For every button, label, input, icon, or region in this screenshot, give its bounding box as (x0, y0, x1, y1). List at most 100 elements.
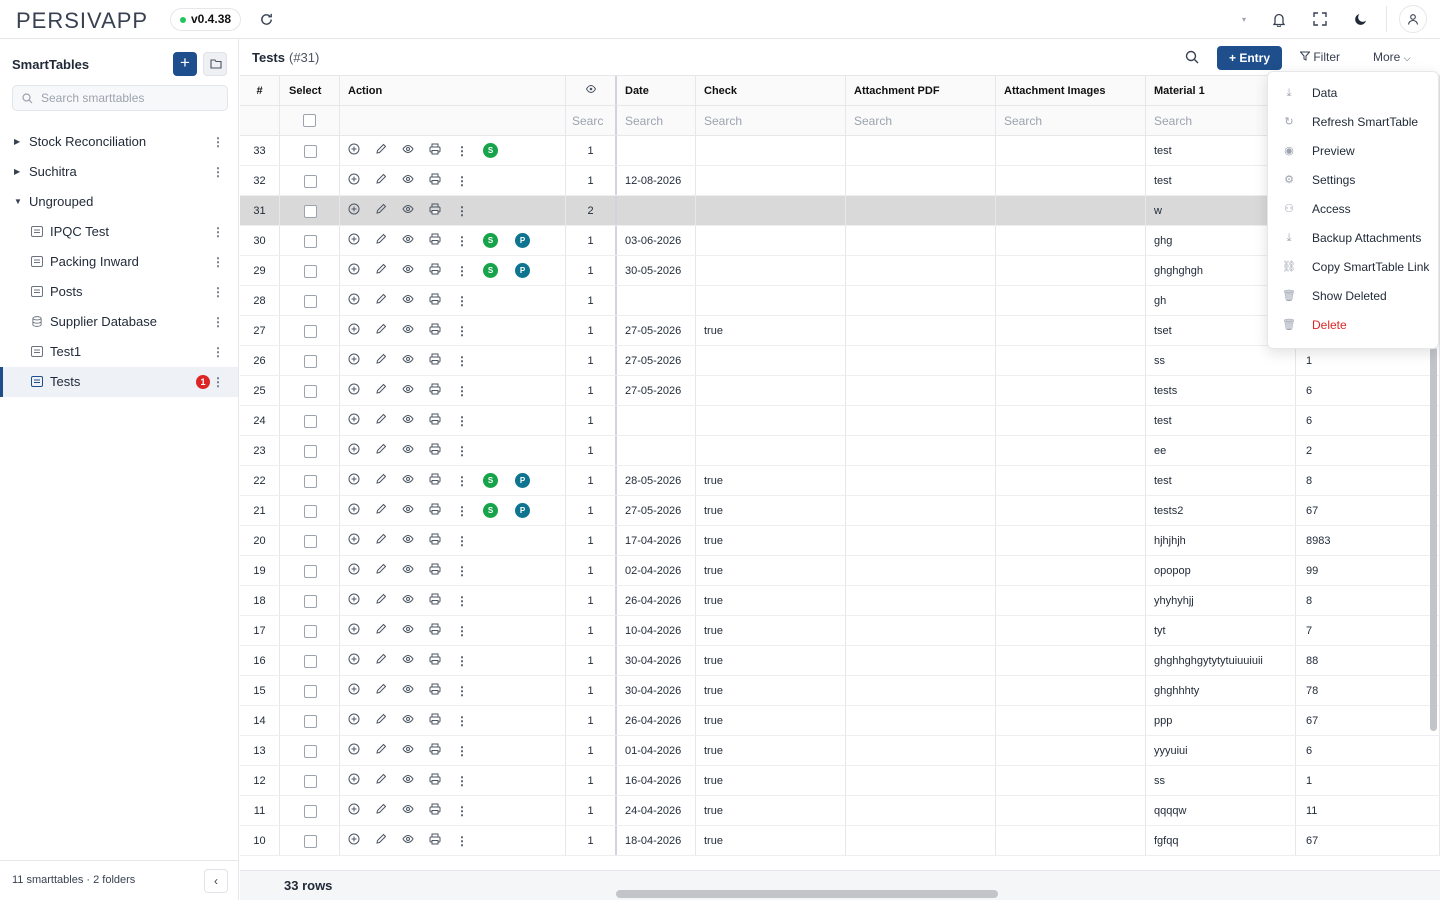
row-date[interactable]: 03-06-2026 (617, 226, 696, 255)
row-attachment-images[interactable] (996, 196, 1146, 225)
kebab-menu-icon[interactable]: ⋮ (456, 586, 483, 615)
app-logo[interactable]: PERSIVAPP (16, 8, 148, 34)
edit-icon[interactable] (375, 496, 402, 525)
add-icon[interactable] (348, 196, 375, 225)
table-row[interactable]: 16 ⋮ 1 30-04-2026 true ghghhghgytytytuiuuiui… (240, 646, 1440, 676)
row-extra[interactable]: 8 (1296, 466, 1440, 495)
row-attachment-images[interactable] (996, 226, 1146, 255)
eye-icon[interactable] (402, 556, 429, 585)
row-attachment-pdf[interactable] (846, 166, 996, 195)
row-material-1[interactable]: fgfqq (1146, 826, 1296, 855)
row-attachment-pdf[interactable] (846, 526, 996, 555)
row-date[interactable] (617, 136, 696, 165)
table-row[interactable]: 23 ⋮ 1 ee 2 (240, 436, 1440, 466)
column-header-select[interactable]: Select (280, 76, 340, 105)
table-row[interactable]: 11 ⋮ 1 24-04-2026 true qqqqw 11 (240, 796, 1440, 826)
print-icon[interactable] (429, 136, 456, 165)
add-icon[interactable] (348, 766, 375, 795)
sidebar-item-supplier-database[interactable]: Supplier Database ⋮ (0, 307, 238, 337)
table-row[interactable]: 29 ⋮ S P 1 30-05-2026 ghghghgh (240, 256, 1440, 286)
row-extra[interactable]: 6 (1296, 736, 1440, 765)
row-material-1[interactable]: tests (1146, 376, 1296, 405)
kebab-menu-icon[interactable]: ⋮ (456, 376, 483, 405)
filter-button[interactable]: Filter (1299, 50, 1340, 64)
row-extra[interactable]: 11 (1296, 796, 1440, 825)
row-material-1[interactable]: tests2 (1146, 496, 1296, 525)
row-date[interactable]: 28-05-2026 (617, 466, 696, 495)
eye-icon[interactable] (402, 496, 429, 525)
search-icon[interactable] (1185, 50, 1199, 64)
row-check[interactable]: true (696, 646, 846, 675)
caret-right-icon[interactable]: ▶ (14, 157, 20, 187)
chevron-down-icon[interactable]: ▾ (1234, 9, 1254, 29)
more-icon[interactable]: ⋮ (212, 157, 224, 187)
row-date[interactable] (617, 286, 696, 315)
row-attachment-pdf[interactable] (846, 376, 996, 405)
row-checkbox[interactable] (304, 205, 317, 218)
user-avatar-icon[interactable] (1399, 5, 1427, 33)
row-attachment-pdf[interactable] (846, 316, 996, 345)
row-attachment-images[interactable] (996, 436, 1146, 465)
kebab-menu-icon[interactable]: ⋮ (456, 226, 483, 255)
add-icon[interactable] (348, 496, 375, 525)
row-checkbox[interactable] (304, 355, 317, 368)
add-icon[interactable] (348, 466, 375, 495)
menu-item-delete[interactable]: 🗑 Delete (1268, 311, 1440, 340)
table-row[interactable]: 32 ⋮ 1 12-08-2026 test (240, 166, 1440, 196)
print-icon[interactable] (429, 316, 456, 345)
horizontal-scrollbar[interactable] (616, 890, 998, 898)
eye-icon[interactable] (402, 706, 429, 735)
column-header-action[interactable]: Action (340, 76, 566, 105)
moon-icon[interactable] (1351, 9, 1371, 29)
row-checkbox[interactable] (304, 655, 317, 668)
eye-icon[interactable] (402, 346, 429, 375)
row-attachment-pdf[interactable] (846, 586, 996, 615)
kebab-menu-icon[interactable]: ⋮ (456, 286, 483, 315)
row-attachment-images[interactable] (996, 406, 1146, 435)
eye-icon[interactable] (402, 796, 429, 825)
row-material-1[interactable]: ppp (1146, 706, 1296, 735)
row-checkbox[interactable] (304, 475, 317, 488)
print-icon[interactable] (429, 226, 456, 255)
print-icon[interactable] (429, 556, 456, 585)
print-icon[interactable] (429, 256, 456, 285)
row-extra[interactable]: 7 (1296, 616, 1440, 645)
row-check[interactable]: true (696, 676, 846, 705)
row-extra[interactable]: 88 (1296, 646, 1440, 675)
row-attachment-pdf[interactable] (846, 466, 996, 495)
add-icon[interactable] (348, 616, 375, 645)
kebab-menu-icon[interactable]: ⋮ (456, 676, 483, 705)
row-check[interactable] (696, 406, 846, 435)
row-attachment-images[interactable] (996, 286, 1146, 315)
kebab-menu-icon[interactable]: ⋮ (456, 736, 483, 765)
edit-icon[interactable] (375, 526, 402, 555)
row-date[interactable]: 18-04-2026 (617, 826, 696, 855)
edit-icon[interactable] (375, 766, 402, 795)
select-all-checkbox[interactable] (303, 114, 316, 127)
row-check[interactable] (696, 166, 846, 195)
menu-item-access[interactable]: ⚇ Access (1268, 195, 1440, 224)
table-row[interactable]: 17 ⋮ 1 10-04-2026 true tyt 7 (240, 616, 1440, 646)
add-folder-button[interactable] (203, 52, 227, 76)
sidebar-item-ipqc-test[interactable]: IPQC Test ⋮ (0, 217, 238, 247)
row-checkbox[interactable] (304, 505, 317, 518)
row-check[interactable] (696, 136, 846, 165)
edit-icon[interactable] (375, 376, 402, 405)
row-check[interactable]: true (696, 736, 846, 765)
kebab-menu-icon[interactable]: ⋮ (456, 136, 483, 165)
print-icon[interactable] (429, 496, 456, 525)
row-checkbox[interactable] (304, 145, 317, 158)
row-date[interactable]: 17-04-2026 (617, 526, 696, 555)
print-icon[interactable] (429, 766, 456, 795)
menu-item-preview[interactable]: ◉ Preview (1268, 137, 1440, 166)
kebab-menu-icon[interactable]: ⋮ (456, 526, 483, 555)
row-attachment-images[interactable] (996, 736, 1146, 765)
print-icon[interactable] (429, 526, 456, 555)
row-attachment-images[interactable] (996, 826, 1146, 855)
kebab-menu-icon[interactable]: ⋮ (456, 166, 483, 195)
row-extra[interactable]: 8 (1296, 586, 1440, 615)
row-checkbox[interactable] (304, 325, 317, 338)
print-icon[interactable] (429, 796, 456, 825)
edit-icon[interactable] (375, 256, 402, 285)
row-attachment-pdf[interactable] (846, 286, 996, 315)
